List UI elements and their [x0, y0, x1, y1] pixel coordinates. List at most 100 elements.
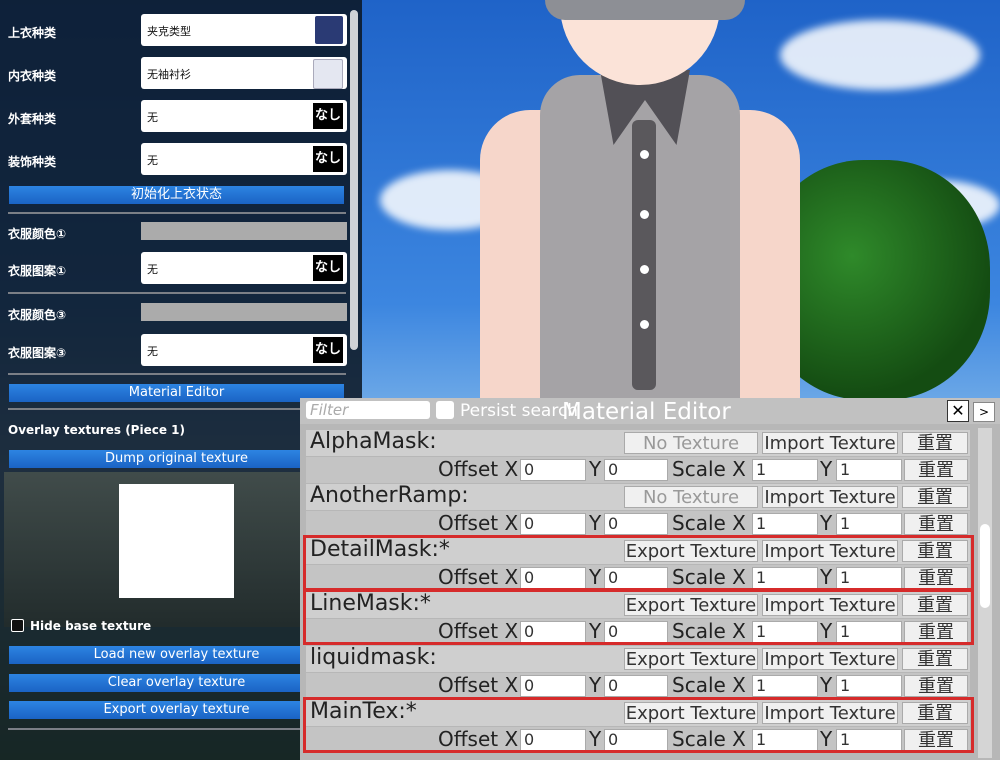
divider	[8, 373, 346, 375]
next-icon[interactable]: >	[973, 402, 995, 422]
dump-original-texture-button[interactable]: Dump original texture	[9, 450, 344, 468]
offset-y-input[interactable]: 0	[604, 513, 668, 535]
none-tag: なし	[313, 255, 343, 281]
scale-x-input[interactable]: 1	[752, 513, 818, 535]
property-offset-row: Offset X 0 Y 0 Scale X 1 Y 1 重置	[306, 673, 970, 699]
scale-y-input[interactable]: 1	[836, 675, 902, 697]
property-offset-row: Offset X 0 Y 0 Scale X 1 Y 1 重置	[306, 457, 970, 483]
offset-x-label: Offset X	[438, 511, 519, 535]
scale-y-input[interactable]: 1	[836, 459, 902, 481]
outer-type-value: 无	[147, 111, 158, 124]
offset-y-label: Y	[589, 457, 602, 481]
overlay-texture-preview	[119, 484, 234, 598]
divider	[8, 728, 346, 730]
color3-swatch[interactable]	[141, 303, 347, 321]
offset-x-label: Offset X	[438, 457, 519, 481]
scale-x-label: Scale X	[672, 673, 746, 697]
property-row: AnotherRamp: No Texture Import Texture 重置	[306, 483, 970, 510]
panel-scrollbar[interactable]	[350, 10, 358, 350]
hide-base-texture-checkbox[interactable]	[11, 619, 24, 632]
persist-search-checkbox[interactable]	[436, 401, 454, 419]
material-editor-button[interactable]: Material Editor	[9, 384, 344, 402]
offset-x-label: Offset X	[438, 673, 519, 697]
highlight-box	[303, 697, 974, 753]
scrollbar-thumb[interactable]	[980, 524, 990, 608]
scale-x-input[interactable]: 1	[752, 459, 818, 481]
persist-search-label: Persist search	[460, 401, 579, 421]
filter-input[interactable]: Filter	[306, 401, 430, 419]
none-tag: なし	[313, 146, 343, 172]
property-offset-row: Offset X 0 Y 0 Scale X 1 Y 1 重置	[306, 511, 970, 537]
reset-button[interactable]: 重置	[904, 459, 968, 481]
scale-x-input[interactable]: 1	[752, 675, 818, 697]
reset-top-state-button[interactable]: 初始化上衣状态	[9, 186, 344, 204]
property-name: liquidmask:	[310, 645, 437, 670]
import-texture-button[interactable]: Import Texture	[762, 432, 898, 454]
offset-x-input[interactable]: 0	[520, 675, 586, 697]
cloud	[780, 20, 980, 90]
sleeveless-shirt-icon	[313, 59, 343, 89]
pattern3-value: 无	[147, 345, 158, 358]
none-tag: なし	[313, 103, 343, 129]
material-editor-window: Filter Persist search Material Editor ✕ …	[300, 398, 1000, 760]
scale-x-label: Scale X	[672, 457, 746, 481]
inner-type-value: 无袖衬衫	[147, 68, 191, 81]
property-row: liquidmask: Export Texture Import Texture 重…	[306, 645, 970, 672]
pattern3-selector[interactable]: 无 なし	[141, 334, 347, 366]
offset-y-label: Y	[589, 511, 602, 535]
divider	[8, 212, 346, 214]
no-texture-button[interactable]: No Texture	[624, 486, 758, 508]
load-overlay-texture-button[interactable]: Load new overlay texture	[9, 646, 344, 664]
scale-y-input[interactable]: 1	[836, 513, 902, 535]
outer-type-selector[interactable]: 无 なし	[141, 100, 347, 132]
inner-type-label: 内衣种类	[8, 69, 57, 83]
import-texture-button[interactable]: Import Texture	[762, 648, 898, 670]
close-icon[interactable]: ✕	[947, 400, 969, 422]
property-name: AlphaMask:	[310, 429, 437, 454]
pattern1-selector[interactable]: 无 なし	[141, 252, 347, 284]
shirt-button	[640, 265, 649, 274]
offset-y-input[interactable]: 0	[604, 459, 668, 481]
reset-button[interactable]: 重置	[902, 432, 968, 454]
top-type-value: 夹克类型	[147, 25, 191, 38]
color1-swatch[interactable]	[141, 222, 347, 240]
highlight-box	[303, 589, 974, 645]
reset-button[interactable]: 重置	[904, 513, 968, 535]
color3-label: 衣服颜色③	[8, 308, 67, 322]
pattern1-value: 无	[147, 263, 158, 276]
overlay-heading: Overlay textures (Piece 1)	[8, 423, 185, 437]
jacket-icon	[315, 16, 343, 44]
accessory-type-value: 无	[147, 154, 158, 167]
highlight-box	[303, 535, 974, 591]
export-texture-button[interactable]: Export Texture	[624, 648, 758, 670]
pattern3-label: 衣服图案③	[8, 346, 67, 360]
top-type-label: 上衣种类	[8, 26, 57, 40]
scale-x-label: Scale X	[672, 511, 746, 535]
character-placket	[632, 120, 656, 390]
reset-button[interactable]: 重置	[902, 486, 968, 508]
scale-y-label: Y	[820, 511, 833, 535]
reset-button[interactable]: 重置	[902, 648, 968, 670]
color1-label: 衣服颜色①	[8, 227, 67, 241]
hide-base-texture-label: Hide base texture	[30, 619, 152, 633]
reset-button[interactable]: 重置	[904, 675, 968, 697]
offset-x-input[interactable]: 0	[520, 459, 586, 481]
clear-overlay-texture-button[interactable]: Clear overlay texture	[9, 674, 344, 692]
inner-type-selector[interactable]: 无袖衬衫	[141, 57, 347, 89]
material-editor-header: Filter Persist search Material Editor ✕ …	[300, 398, 1000, 425]
outer-type-label: 外套种类	[8, 112, 57, 126]
material-editor-scrollbar[interactable]	[978, 428, 992, 758]
export-overlay-texture-button[interactable]: Export overlay texture	[9, 701, 344, 719]
divider	[8, 292, 346, 294]
shirt-button	[640, 210, 649, 219]
shirt-button	[640, 150, 649, 159]
material-editor-title: Material Editor	[562, 399, 731, 425]
offset-x-input[interactable]: 0	[520, 513, 586, 535]
no-texture-button[interactable]: No Texture	[624, 432, 758, 454]
accessory-type-selector[interactable]: 无 なし	[141, 143, 347, 175]
offset-y-input[interactable]: 0	[604, 675, 668, 697]
import-texture-button[interactable]: Import Texture	[762, 486, 898, 508]
top-type-selector[interactable]: 夹克类型	[141, 14, 347, 46]
pattern1-label: 衣服图案①	[8, 264, 67, 278]
offset-y-label: Y	[589, 673, 602, 697]
